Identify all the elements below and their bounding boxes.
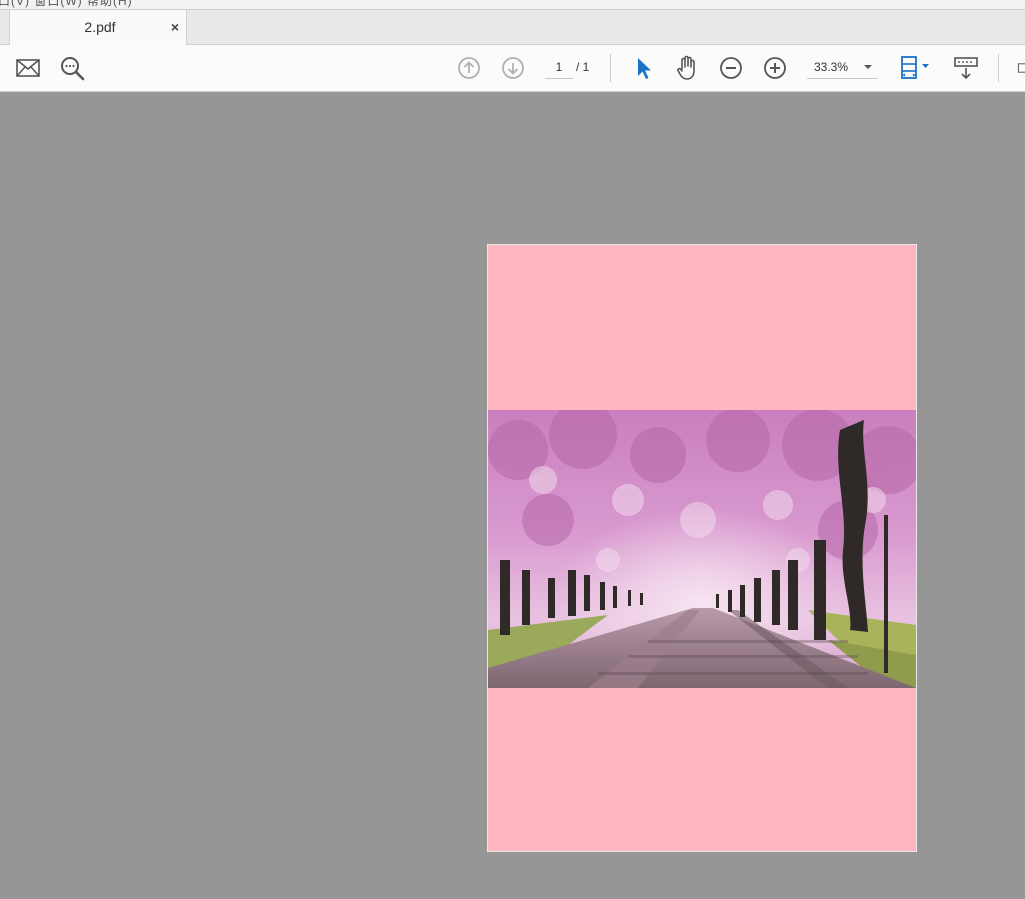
- tab-document[interactable]: 2.pdf ×: [9, 10, 187, 45]
- pointer-arrow-icon: [638, 58, 651, 79]
- sidebar-toggle-button[interactable]: [1016, 55, 1025, 81]
- panel-icon: [1017, 63, 1025, 73]
- tab-bar: 2.pdf ×: [0, 10, 1025, 45]
- toolbar-divider: [610, 54, 611, 82]
- pdf-page: [487, 244, 917, 852]
- email-button[interactable]: [15, 55, 41, 81]
- tab-title: 2.pdf: [84, 19, 116, 35]
- zoom-level-dropdown[interactable]: 33.3%: [807, 56, 878, 79]
- page-total-label: / 1: [576, 60, 590, 74]
- minus-circle-icon: [720, 57, 742, 79]
- magnifier-icon: [61, 57, 85, 81]
- search-button[interactable]: [59, 55, 85, 81]
- chevron-down-icon: [864, 65, 872, 69]
- fit-page-icon: [901, 56, 929, 79]
- scroll-mode-icon: [954, 57, 978, 80]
- arrow-down-circle-icon: [502, 57, 524, 79]
- envelope-icon: [16, 59, 40, 77]
- cherry-blossom-image: [488, 410, 916, 688]
- arrow-up-circle-icon: [458, 57, 480, 79]
- select-tool-button[interactable]: [630, 55, 656, 81]
- menu-bar: 口(V) 窗口(W) 帮助(H): [0, 0, 1025, 10]
- scroll-mode-button[interactable]: [953, 55, 979, 81]
- toolbar-divider: [998, 54, 999, 82]
- zoom-in-button[interactable]: [762, 55, 788, 81]
- fit-page-button[interactable]: [897, 55, 935, 81]
- zoom-out-button[interactable]: [718, 55, 744, 81]
- menu-bar-text: 口(V) 窗口(W) 帮助(H): [0, 0, 133, 8]
- page-number-input[interactable]: [545, 56, 573, 79]
- toolbar: / 1 33.3%: [0, 45, 1025, 92]
- close-tab-button[interactable]: ×: [171, 19, 179, 35]
- previous-page-button[interactable]: [456, 55, 482, 81]
- hand-tool-button[interactable]: [674, 55, 700, 81]
- hand-icon: [677, 55, 695, 80]
- zoom-level-value: 33.3%: [814, 60, 849, 74]
- plus-circle-icon: [764, 57, 786, 79]
- next-page-button[interactable]: [500, 55, 526, 81]
